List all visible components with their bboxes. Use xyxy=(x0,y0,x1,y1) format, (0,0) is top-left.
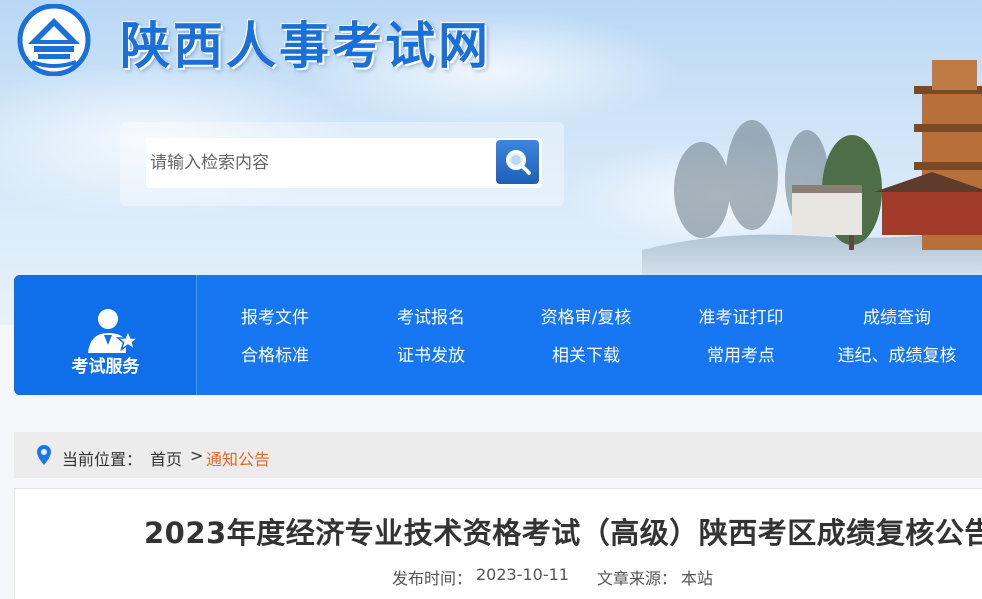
publish-date: 2023-10-11 xyxy=(476,565,569,584)
location-pin-icon xyxy=(37,445,51,465)
breadcrumb-current-link[interactable]: 通知公告 xyxy=(206,446,270,470)
nav-link-xiangguan-xiazai[interactable]: 相关下载 xyxy=(516,341,656,366)
nav-link-zigeshen-fuhe[interactable]: 资格审/复核 xyxy=(516,303,656,328)
nav-link-zhengshu-fafang[interactable]: 证书发放 xyxy=(361,341,501,366)
nav-link-hege-biaozhun[interactable]: 合格标准 xyxy=(205,341,345,366)
nav-link-chengji-chaxun[interactable]: 成绩查询 xyxy=(827,303,967,328)
nav-link-weiji-chengji-fuhe[interactable]: 违纪、成绩复核 xyxy=(827,341,967,366)
site-title: 陕西人事考试网 xyxy=(120,17,491,75)
exam-service-label: 考试服务 xyxy=(71,357,140,377)
nav-link-zhunkaozheng-dayin[interactable]: 准考证打印 xyxy=(671,303,811,328)
article-title: 2023年度经济专业技术资格考试（高级）陕西考区成绩复核公告 xyxy=(144,516,982,550)
breadcrumb-home-link[interactable]: 首页 xyxy=(150,446,182,470)
source-value: 本站 xyxy=(681,569,714,588)
nav-link-kaoshi-baoming[interactable]: 考试报名 xyxy=(361,303,501,328)
source-label: 文章来源： xyxy=(597,569,678,588)
publish-time-label: 发布时间： xyxy=(392,569,473,588)
search-input[interactable] xyxy=(150,140,490,186)
breadcrumb-separator: > xyxy=(190,446,204,465)
search-button[interactable] xyxy=(496,140,539,184)
user-star-icon xyxy=(88,309,140,353)
search-icon xyxy=(505,150,531,175)
site-logo-icon xyxy=(17,4,91,76)
pagoda-scenery-image xyxy=(642,60,982,290)
nav-link-baokao-wenjian[interactable]: 报考文件 xyxy=(205,303,345,328)
nav-link-changyong-kaodian[interactable]: 常用考点 xyxy=(671,341,811,366)
exam-service-block[interactable] xyxy=(14,275,197,395)
breadcrumb-prefix: 当前位置： xyxy=(62,450,143,469)
